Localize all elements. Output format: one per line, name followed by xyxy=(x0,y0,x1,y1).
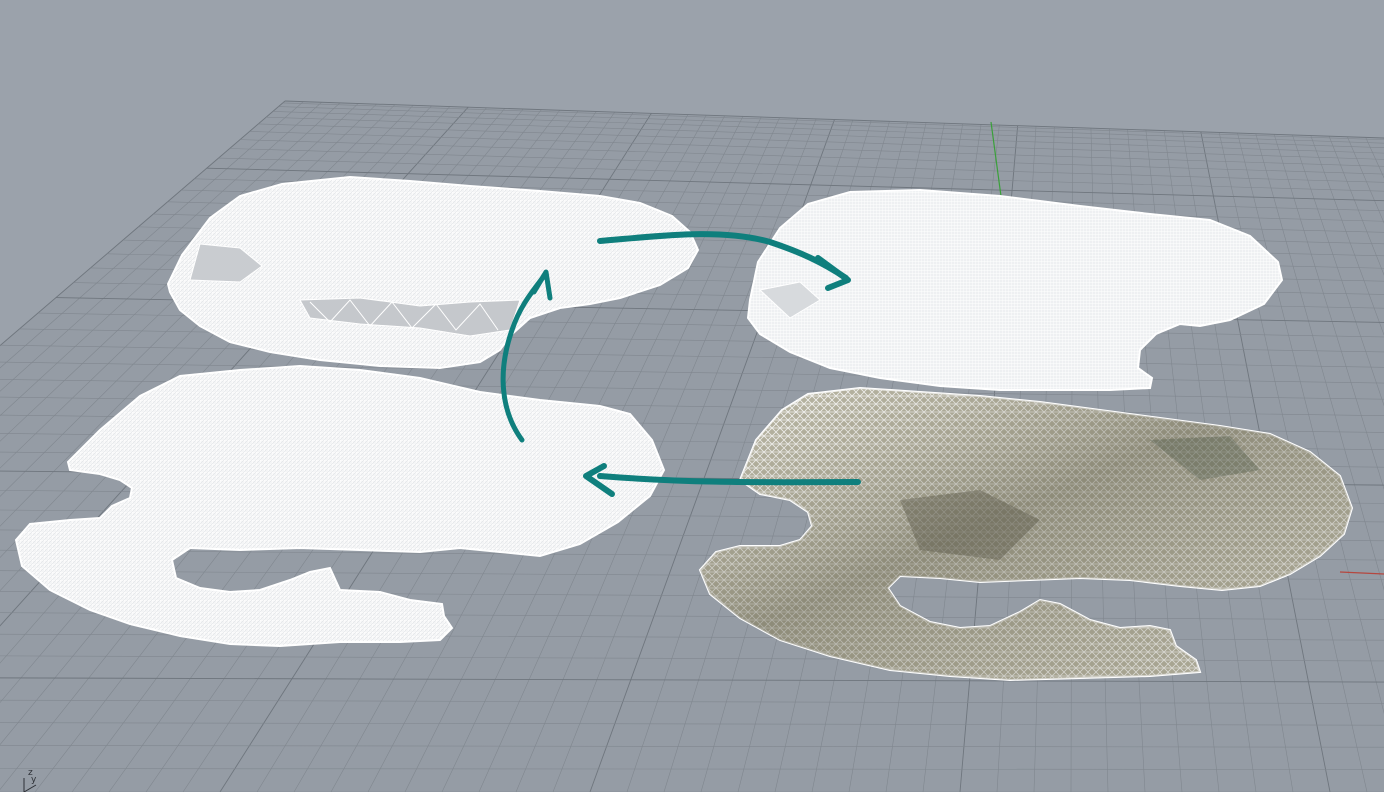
viewport-scene[interactable] xyxy=(0,0,1384,792)
axis-y-label: y xyxy=(31,775,37,785)
rhino-perspective-viewport[interactable]: z y xyxy=(0,0,1384,792)
